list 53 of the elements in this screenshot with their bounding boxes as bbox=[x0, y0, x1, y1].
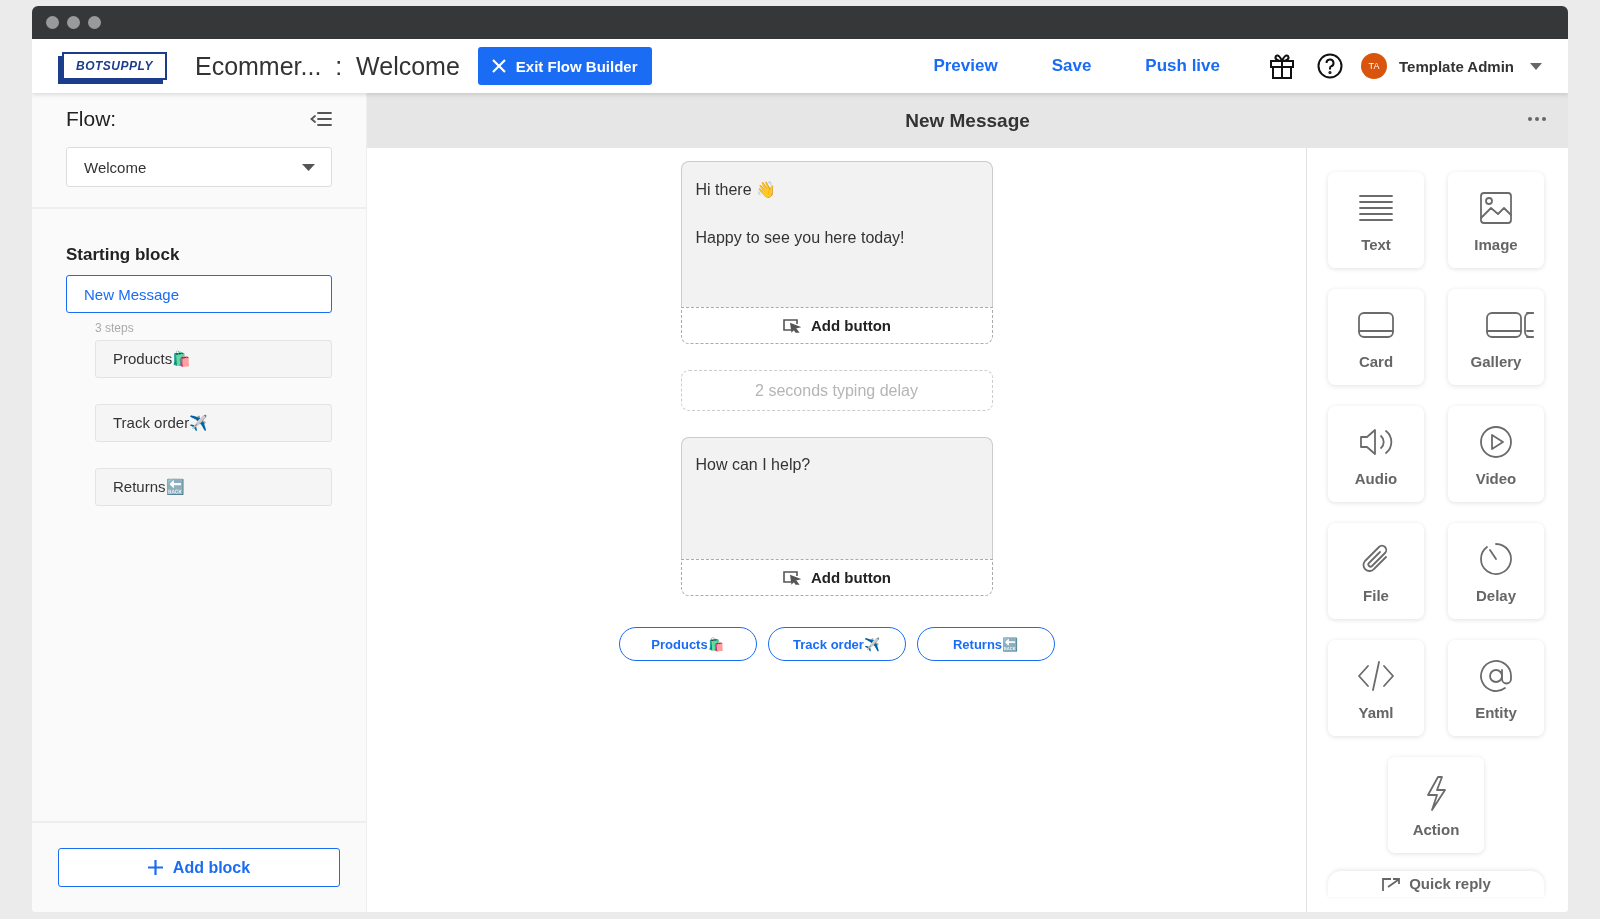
more-icon[interactable] bbox=[1528, 117, 1546, 121]
header-link[interactable]: Push live bbox=[1145, 56, 1220, 76]
palette-tile[interactable]: Card bbox=[1328, 289, 1424, 385]
palette-tile[interactable]: Yaml bbox=[1328, 640, 1424, 736]
message-bubble[interactable]: How can I help? bbox=[680, 437, 993, 559]
header-link[interactable]: Save bbox=[1051, 56, 1092, 76]
flow-label: Flow: bbox=[66, 107, 117, 131]
caret-icon bbox=[302, 163, 315, 171]
quick-reply-button[interactable]: Returns🔙 bbox=[916, 627, 1055, 661]
user-avatar[interactable]: TA bbox=[1361, 53, 1387, 79]
share-icon bbox=[1381, 877, 1402, 891]
help-icon[interactable] bbox=[1317, 53, 1343, 79]
step-count: 3 steps bbox=[95, 321, 135, 335]
palette-tile[interactable]: File bbox=[1328, 523, 1424, 619]
add-button[interactable]: Add button bbox=[680, 307, 993, 344]
message-text: How can I help? bbox=[695, 456, 812, 474]
palette-tile[interactable]: Video bbox=[1448, 406, 1544, 502]
close-icon bbox=[491, 59, 506, 73]
palette-tile[interactable]: Image bbox=[1448, 172, 1544, 268]
collapse-icon[interactable] bbox=[310, 111, 332, 127]
palette-tile[interactable]: Entity bbox=[1448, 640, 1544, 736]
quick-reply-button[interactable]: Products🛍 bbox=[618, 627, 757, 661]
add-block-button[interactable]: Add block bbox=[58, 848, 340, 887]
palette-tile[interactable]: Delay bbox=[1448, 523, 1544, 619]
block-item[interactable]: New Message bbox=[66, 275, 332, 313]
block-item[interactable]: Returns🔙 bbox=[95, 468, 332, 506]
palette-tile[interactable]: Text bbox=[1328, 172, 1424, 268]
palette-tile[interactable]: Action bbox=[1388, 757, 1484, 853]
window-dot[interactable] bbox=[88, 16, 101, 29]
window-dot[interactable] bbox=[67, 16, 80, 29]
add-button[interactable]: Add button bbox=[680, 559, 993, 596]
window-dot[interactable] bbox=[46, 16, 59, 29]
flow-title: Ecommer... : Welcome bbox=[194, 51, 460, 81]
quick-reply-tile[interactable]: Quick reply bbox=[1328, 871, 1544, 897]
block-item[interactable]: Track order✈ bbox=[95, 404, 332, 442]
block-item[interactable]: Products🛍 bbox=[95, 340, 332, 378]
section-heading: Starting block bbox=[66, 245, 181, 265]
message-text: Happy to see you here today! bbox=[695, 229, 906, 247]
flow-dropdown[interactable]: Welcome bbox=[66, 147, 332, 187]
user-name[interactable]: Template Admin bbox=[1399, 57, 1514, 75]
gift-icon[interactable] bbox=[1269, 53, 1295, 79]
quick-reply-button[interactable]: Track order✈ bbox=[767, 627, 906, 661]
header-link[interactable]: Preview bbox=[933, 56, 998, 76]
message-bubble[interactable]: Hi there 👋 Happy to see you here today! bbox=[680, 161, 993, 307]
message-text: Hi there 👋 bbox=[695, 180, 777, 199]
caret-icon[interactable] bbox=[1530, 62, 1542, 70]
palette-tile[interactable]: Audio bbox=[1328, 406, 1424, 502]
exit-button[interactable]: Exit Flow Builder bbox=[477, 47, 652, 85]
cursor-icon bbox=[782, 570, 801, 585]
plus-icon bbox=[147, 860, 163, 875]
canvas-title: New Message bbox=[905, 109, 1030, 132]
cursor-icon bbox=[782, 318, 801, 333]
palette-tile[interactable]: Gallery bbox=[1448, 289, 1544, 385]
